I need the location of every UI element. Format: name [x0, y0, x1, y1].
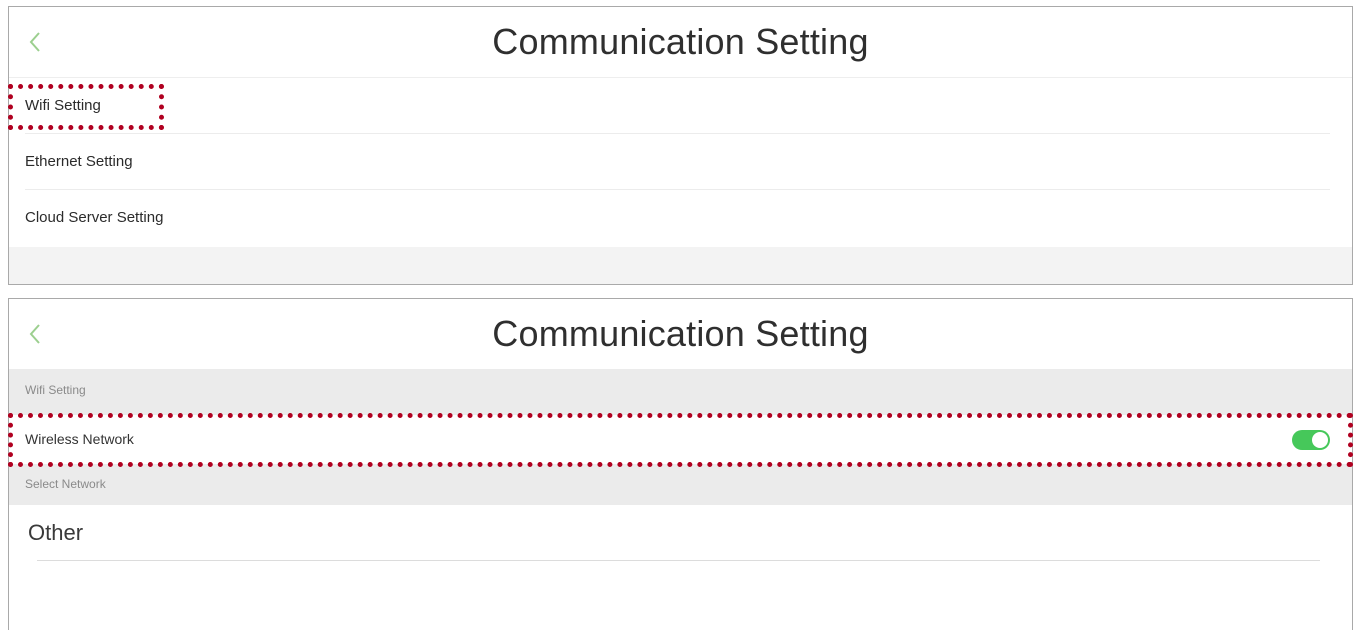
menu-item-wifi-setting[interactable]: Wifi Setting	[9, 78, 1352, 134]
section-header-wifi-setting: Wifi Setting	[9, 369, 1352, 415]
communication-setting-screen-menu: Communication Setting Wifi Setting Ether…	[8, 6, 1353, 285]
menu-item-label: Cloud Server Setting	[25, 209, 164, 226]
communication-setting-screen-wifi: Communication Setting Wifi Setting Wirel…	[8, 298, 1353, 630]
section-header-label: Wifi Setting	[25, 383, 86, 397]
empty-area	[9, 247, 1352, 284]
section-header-label: Select Network	[25, 477, 106, 491]
wireless-network-row[interactable]: Wireless Network	[9, 415, 1352, 464]
menu-item-label: Ethernet Setting	[25, 153, 133, 170]
menu-item-ethernet-setting[interactable]: Ethernet Setting	[9, 134, 1352, 190]
toggle-knob	[1312, 432, 1328, 448]
section-header-select-network: Select Network	[9, 464, 1352, 505]
menu-item-label: Wifi Setting	[25, 97, 101, 114]
network-item-other[interactable]: Other	[9, 505, 1352, 561]
page-title: Communication Setting	[492, 21, 869, 62]
page-title: Communication Setting	[492, 313, 869, 354]
network-item-label: Other	[28, 520, 84, 545]
header: Communication Setting	[9, 7, 1352, 77]
menu-item-cloud-server-setting[interactable]: Cloud Server Setting	[9, 190, 1352, 246]
header: Communication Setting	[9, 299, 1352, 369]
wireless-network-toggle[interactable]	[1292, 430, 1330, 450]
divider	[37, 560, 1320, 561]
wireless-network-label: Wireless Network	[25, 431, 134, 447]
